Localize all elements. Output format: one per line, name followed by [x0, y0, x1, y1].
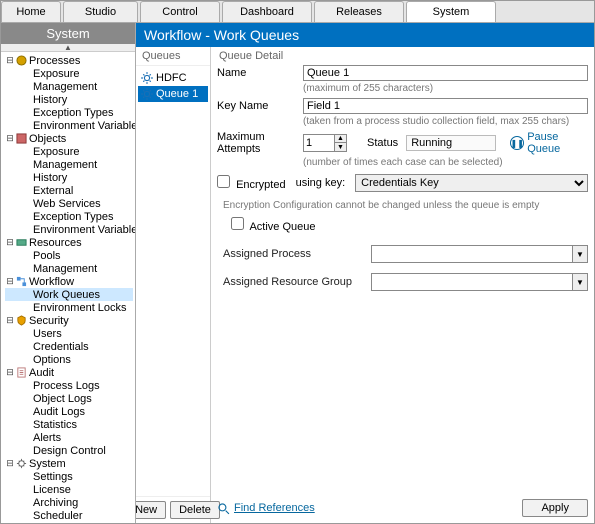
- tree-item[interactable]: History: [5, 171, 133, 184]
- spin-down-icon[interactable]: ▼: [334, 143, 346, 151]
- chevron-down-icon: ▼: [572, 274, 587, 290]
- tree-node-system[interactable]: ⊟System: [5, 457, 133, 470]
- queue-item[interactable]: HDFC: [138, 70, 208, 86]
- sidebar-tree: ⊟Processes Exposure Management History E…: [1, 52, 135, 523]
- new-button[interactable]: New: [136, 501, 166, 519]
- queue-item-label: HDFC: [156, 72, 187, 84]
- active-queue-checkbox[interactable]: Active Queue: [231, 217, 316, 233]
- assigned-resource-group-label: Assigned Resource Group: [223, 276, 363, 288]
- tree-item[interactable]: Environment Variables: [5, 119, 133, 132]
- maxattempts-input[interactable]: [304, 135, 334, 151]
- usingkey-label: using key:: [296, 177, 346, 189]
- tree-item[interactable]: Exception Types: [5, 106, 133, 119]
- tree-item[interactable]: Exposure: [5, 67, 133, 80]
- tree-item[interactable]: Calendar: [5, 522, 133, 523]
- keyname-input[interactable]: [303, 98, 588, 114]
- tree-item[interactable]: Management: [5, 158, 133, 171]
- gear-icon: [140, 71, 154, 85]
- maxattempts-spinner[interactable]: ▲▼: [303, 134, 347, 152]
- tree-item[interactable]: License: [5, 483, 133, 496]
- tree-node-workflow[interactable]: ⊟Workflow: [5, 275, 133, 288]
- sidebar-header: System: [1, 23, 135, 44]
- maxattempts-hint: (number of times each case can be select…: [303, 157, 588, 168]
- tab-studio[interactable]: Studio: [63, 1, 138, 22]
- maxattempts-label: Maximum Attempts: [217, 131, 297, 155]
- encryption-note: Encryption Configuration cannot be chang…: [223, 200, 588, 211]
- tree-item[interactable]: Settings: [5, 470, 133, 483]
- detail-header: Queue Detail: [217, 47, 588, 65]
- find-references-link[interactable]: Find References: [217, 502, 315, 515]
- tree-item[interactable]: Credentials: [5, 340, 133, 353]
- encrypted-checkbox[interactable]: Encrypted: [217, 175, 286, 191]
- tree-node-audit[interactable]: ⊟Audit: [5, 366, 133, 379]
- assigned-process-select[interactable]: ▼: [371, 245, 588, 263]
- assigned-process-label: Assigned Process: [223, 248, 363, 260]
- tree-item[interactable]: Object Logs: [5, 392, 133, 405]
- tree-item[interactable]: External: [5, 184, 133, 197]
- name-label: Name: [217, 67, 297, 79]
- keyname-hint: (taken from a process studio collection …: [303, 116, 588, 127]
- gear-icon: [140, 87, 154, 101]
- status-label: Status: [367, 137, 398, 149]
- status-value: Running: [406, 135, 496, 151]
- spin-up-icon[interactable]: ▲: [334, 135, 346, 143]
- tree-node-resources[interactable]: ⊟Resources: [5, 236, 133, 249]
- tree-item[interactable]: Process Logs: [5, 379, 133, 392]
- audit-icon: [15, 367, 27, 379]
- system-icon: [15, 458, 27, 470]
- name-hint: (maximum of 255 characters): [303, 83, 588, 94]
- workflow-icon: [15, 276, 27, 288]
- tab-control[interactable]: Control: [140, 1, 220, 22]
- tree-item[interactable]: Exception Types: [5, 210, 133, 223]
- tree-item-work-queues[interactable]: Work Queues: [5, 288, 133, 301]
- tab-releases[interactable]: Releases: [314, 1, 404, 22]
- tree-item[interactable]: Management: [5, 80, 133, 93]
- tree-item[interactable]: Design Control: [5, 444, 133, 457]
- search-icon: [217, 502, 230, 515]
- tree-item[interactable]: Alerts: [5, 431, 133, 444]
- tree-item[interactable]: Options: [5, 353, 133, 366]
- pause-queue-link[interactable]: ❚❚ Pause Queue: [510, 131, 588, 155]
- tree-item[interactable]: Users: [5, 327, 133, 340]
- queue-item[interactable]: Queue 1: [138, 86, 208, 102]
- tree-item[interactable]: Management: [5, 262, 133, 275]
- pause-icon: ❚❚: [510, 136, 524, 150]
- tab-dashboard[interactable]: Dashboard: [222, 1, 312, 22]
- tab-home[interactable]: Home: [1, 1, 61, 22]
- usingkey-select[interactable]: Credentials Key: [355, 174, 588, 192]
- tree-node-processes[interactable]: ⊟Processes: [5, 54, 133, 67]
- tree-item[interactable]: Archiving: [5, 496, 133, 509]
- resources-icon: [15, 237, 27, 249]
- tree-item[interactable]: Environment Variables: [5, 223, 133, 236]
- queue-item-label: Queue 1: [156, 88, 198, 100]
- tree-item[interactable]: Audit Logs: [5, 405, 133, 418]
- tab-system[interactable]: System: [406, 1, 496, 22]
- tree-item[interactable]: Web Services: [5, 197, 133, 210]
- apply-button[interactable]: Apply: [522, 499, 588, 517]
- security-icon: [15, 315, 27, 327]
- top-tabs: Home Studio Control Dashboard Releases S…: [1, 1, 594, 23]
- queues-header: Queues: [136, 47, 210, 66]
- process-icon: [15, 55, 27, 67]
- tree-node-security[interactable]: ⊟Security: [5, 314, 133, 327]
- page-title: Workflow - Work Queues: [136, 23, 594, 47]
- assigned-resource-group-select[interactable]: ▼: [371, 273, 588, 291]
- tree-node-objects[interactable]: ⊟Objects: [5, 132, 133, 145]
- tree-item[interactable]: Scheduler: [5, 509, 133, 522]
- tree-item[interactable]: Pools: [5, 249, 133, 262]
- tree-item[interactable]: History: [5, 93, 133, 106]
- object-icon: [15, 133, 27, 145]
- queues-list: HDFC Queue 1: [136, 66, 210, 496]
- tree-item[interactable]: Environment Locks: [5, 301, 133, 314]
- name-input[interactable]: [303, 65, 588, 81]
- tree-item[interactable]: Exposure: [5, 145, 133, 158]
- keyname-label: Key Name: [217, 100, 297, 112]
- tree-item[interactable]: Statistics: [5, 418, 133, 431]
- sidebar-scroll-up[interactable]: ▲: [1, 44, 135, 52]
- chevron-down-icon: ▼: [572, 246, 587, 262]
